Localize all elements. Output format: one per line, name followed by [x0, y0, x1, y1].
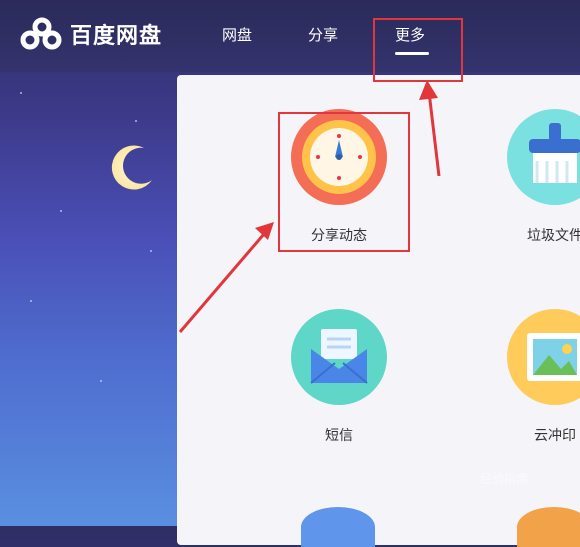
star-decoration [135, 120, 137, 122]
cloud-logo-icon [20, 17, 62, 50]
app-icon-partial[interactable] [517, 507, 580, 547]
star-decoration [60, 210, 62, 212]
top-nav-bar: 百度网盘 网盘 分享 更多 [0, 0, 580, 72]
star-decoration [20, 92, 22, 94]
app-junk-files[interactable]: 垃圾文件 [495, 109, 580, 245]
star-decoration [150, 250, 152, 252]
moon-icon [111, 145, 152, 190]
app-label: 垃圾文件 [527, 228, 580, 244]
watermark: 经验指南 [480, 472, 529, 486]
app-icon-partial[interactable] [301, 507, 375, 547]
baidu-netdisk-logo[interactable]: 百度网盘 [20, 17, 162, 51]
app-label: 云冲印 [534, 428, 576, 444]
app-label: 短信 [325, 428, 353, 444]
photo-icon [507, 309, 580, 405]
nav-share[interactable]: 分享 [308, 24, 338, 45]
highlight-box-share-feed [278, 112, 410, 252]
envelope-icon [291, 309, 387, 405]
brand-name: 百度网盘 [70, 24, 163, 49]
app-cloud-print[interactable]: 云冲印 [495, 309, 580, 445]
star-decoration [30, 300, 32, 302]
highlight-box-more [373, 18, 463, 82]
star-decoration [100, 380, 102, 382]
broom-icon [507, 109, 580, 205]
app-sms[interactable]: 短信 [279, 309, 399, 445]
nav-netdisk[interactable]: 网盘 [222, 24, 252, 45]
